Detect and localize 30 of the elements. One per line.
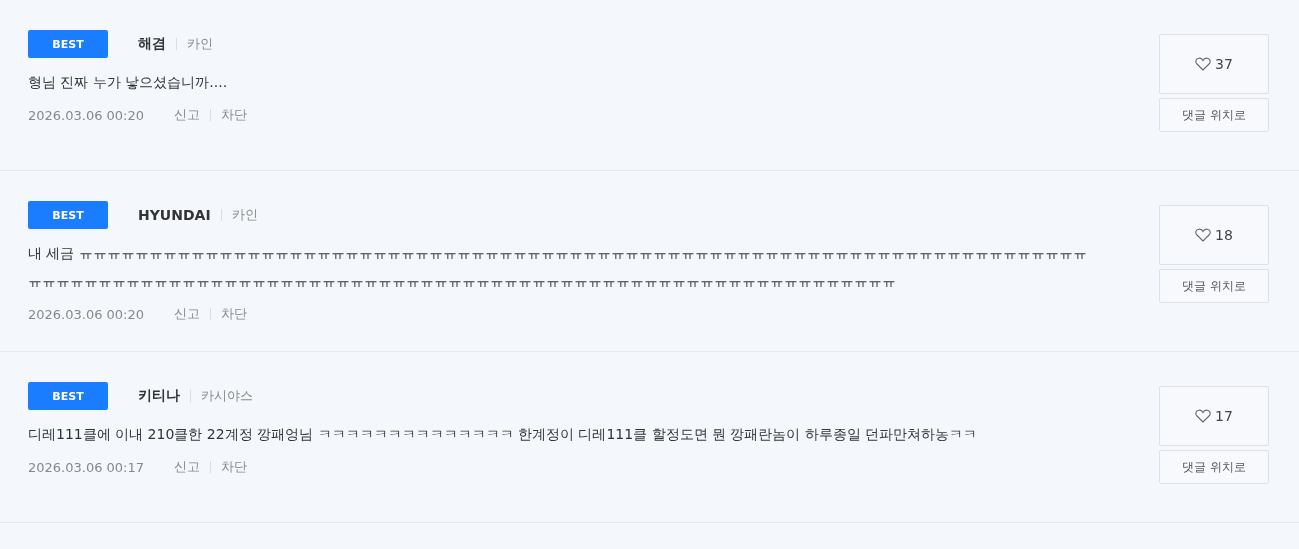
comment-text: 내 세금 ㅠㅠㅠㅠㅠㅠㅠㅠㅠㅠㅠㅠㅠㅠㅠㅠㅠㅠㅠㅠㅠㅠㅠㅠㅠㅠㅠㅠㅠㅠㅠㅠㅠㅠㅠㅠㅠㅠㅠㅠㅠㅠㅠㅠㅠㅠㅠㅠㅠㅠㅠㅠㅠㅠㅠㅠㅠㅠㅠㅠㅠㅠㅠㅠㅠㅠㅠㅠㅠㅠㅠㅠㅠㅠㅠㅠㅠㅠㅠㅠㅠㅠㅠㅠㅠㅠㅠㅠㅠㅠㅠㅠㅠㅠㅠㅠㅠㅠㅠㅠㅠㅠㅠㅠㅠㅠㅠㅠㅠㅠㅠㅠㅠㅠㅠㅠㅠㅠㅠㅠㅠㅠㅠㅠㅠㅠㅠㅠㅠㅠㅠㅠㅠㅠ bbox=[28, 244, 1088, 291]
report-link[interactable]: 신고 bbox=[174, 458, 201, 476]
best-badge: BEST bbox=[28, 30, 108, 58]
server-name: 카시야스 bbox=[201, 387, 253, 405]
like-button[interactable]: 18 bbox=[1159, 205, 1269, 265]
best-badge: BEST bbox=[28, 201, 108, 229]
like-button[interactable]: 37 bbox=[1159, 34, 1269, 94]
block-link[interactable]: 차단 bbox=[221, 458, 248, 476]
heart-icon bbox=[1195, 57, 1212, 71]
best-badge: BEST bbox=[28, 382, 108, 410]
heart-icon bbox=[1195, 228, 1212, 242]
report-link[interactable]: 신고 bbox=[174, 106, 201, 124]
comment-date: 2026.03.06 00:20 bbox=[28, 306, 145, 322]
like-button[interactable]: 17 bbox=[1159, 386, 1269, 446]
server-name: 카인 bbox=[231, 206, 258, 224]
author-name[interactable]: 키티나 bbox=[138, 387, 180, 405]
jump-to-comment-button[interactable]: 댓글 위치로 bbox=[1159, 98, 1269, 132]
block-link[interactable]: 차단 bbox=[221, 106, 248, 124]
server-name: 카인 bbox=[187, 35, 213, 53]
report-link[interactable]: 신고 bbox=[174, 305, 201, 323]
heart-icon bbox=[1195, 409, 1212, 423]
jump-to-comment-button[interactable]: 댓글 위치로 bbox=[1159, 269, 1269, 303]
comment-text: 형님 진짜 누가 낳으셨습니까.... bbox=[28, 73, 229, 92]
author-name[interactable]: 해겸 bbox=[138, 35, 166, 53]
comment-date: 2026.03.06 00:17 bbox=[28, 459, 145, 475]
jump-to-comment-button[interactable]: 댓글 위치로 bbox=[1159, 450, 1269, 484]
block-link[interactable]: 차단 bbox=[221, 305, 248, 323]
author-name[interactable]: HYUNDAI bbox=[138, 207, 211, 223]
comment-text: 디레111클에 이내 210클한 22계정 깡패엉님 ㅋㅋㅋㅋㅋㅋㅋㅋㅋㅋㅋㅋㅋㅋ 한계정이 디레111클 할정도면 뭔 깡패란놈이 하루종일 던파만쳐하농ㅋㅋ bbox=[28, 425, 979, 444]
comment-date: 2026.03.06 00:20 bbox=[28, 107, 145, 123]
